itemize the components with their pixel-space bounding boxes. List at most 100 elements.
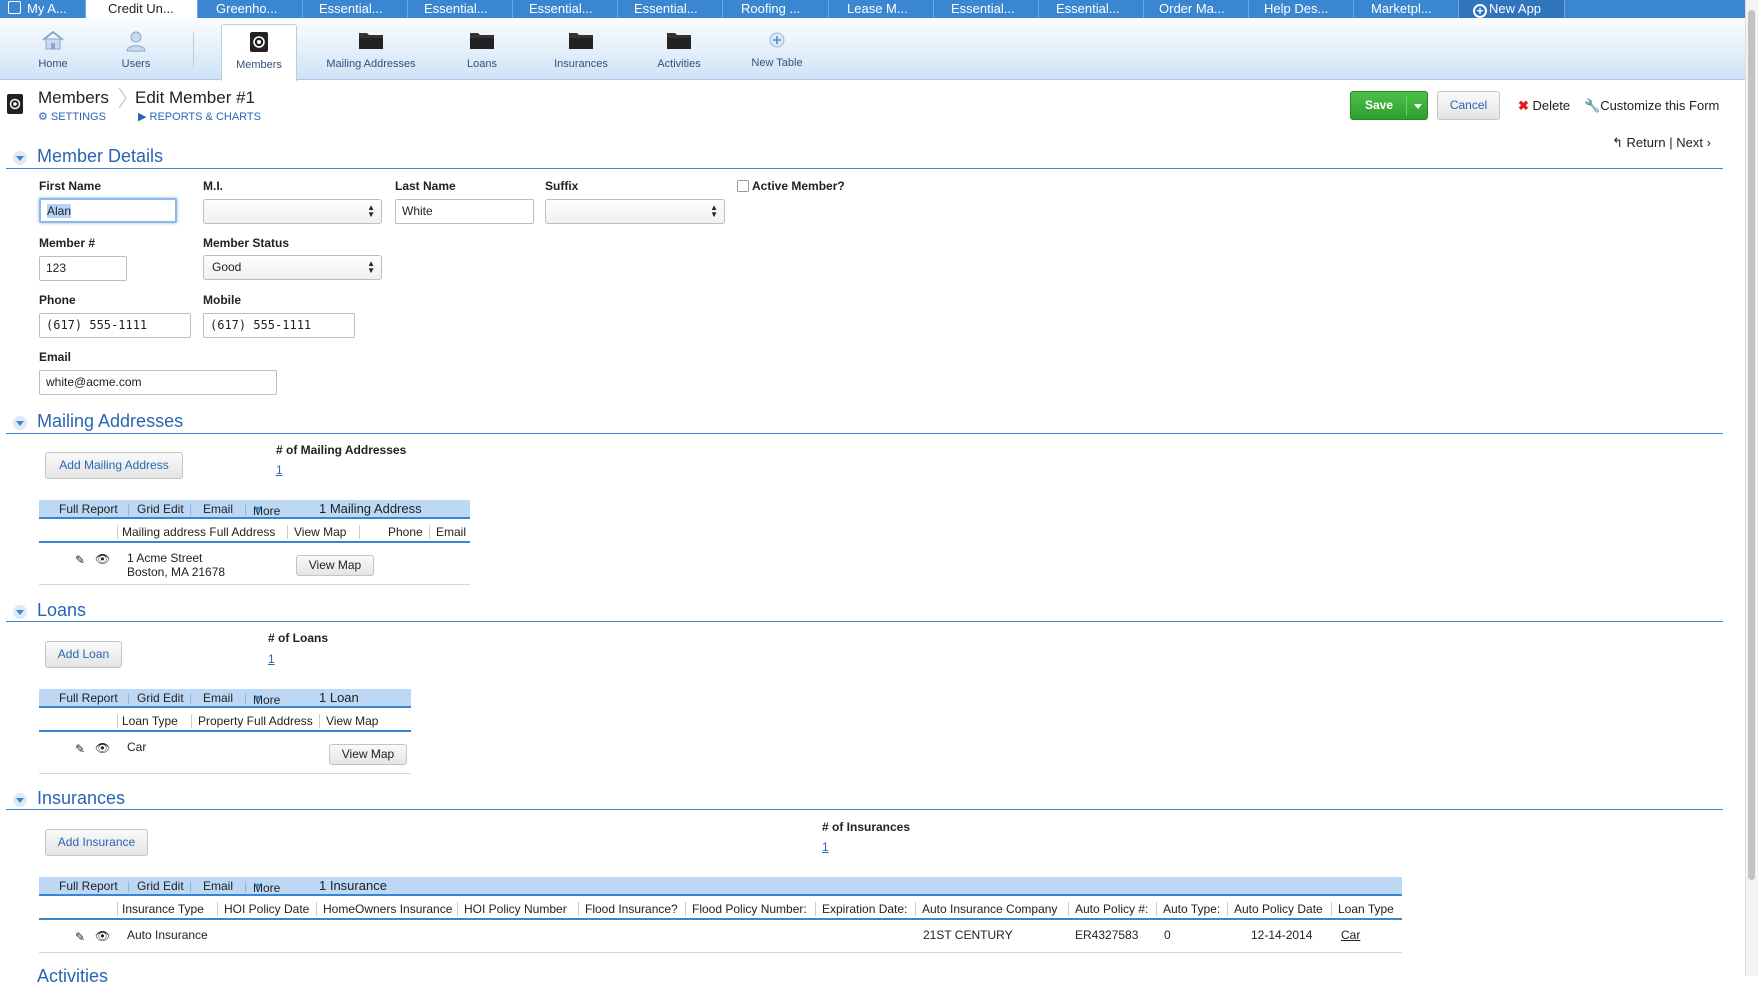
app-tab[interactable]: Essential... [1039, 0, 1144, 18]
app-tab[interactable]: Help Des... [1249, 0, 1354, 18]
suffix-select[interactable]: ▲ ▼ [545, 199, 725, 224]
column-header[interactable]: HomeOwners Insurance [316, 902, 452, 916]
email-link[interactable]: Email [203, 502, 233, 516]
mi-select[interactable]: ▲ ▼ [203, 199, 382, 224]
save-options-dropdown[interactable] [1408, 91, 1428, 120]
settings-link[interactable]: ⚙ SETTINGS [38, 110, 106, 123]
column-header[interactable]: View Map [319, 714, 378, 728]
email-link[interactable]: Email [203, 691, 233, 705]
email-link[interactable]: Email [203, 879, 233, 893]
customize-form-link[interactable]: 🔧Customize this Form [1584, 98, 1719, 114]
grid-edit-link[interactable]: Grid Edit [137, 502, 184, 516]
column-header[interactable]: Mailing address Full Address [117, 525, 275, 539]
column-header[interactable]: Auto Policy Date [1227, 902, 1323, 916]
toolbar-label: Members [236, 59, 282, 71]
column-header[interactable]: Insurance Type [117, 902, 204, 916]
view-eye-icon[interactable]: 👁 [95, 929, 110, 943]
delete-button[interactable]: ✖ Delete [1518, 98, 1570, 114]
column-header[interactable]: Email [429, 525, 466, 539]
mailing-addresses-toggle[interactable] [13, 416, 27, 430]
column-header[interactable]: Auto Insurance Company [915, 902, 1057, 916]
app-tab[interactable]: Essential... [618, 0, 723, 18]
app-tab[interactable]: Lease M... [829, 0, 934, 18]
app-tab[interactable]: My A... [0, 0, 86, 18]
toolbar-new-table[interactable]: New Table [740, 18, 814, 79]
toolbar-users[interactable]: Users [103, 18, 169, 79]
email-field[interactable]: white@acme.com [39, 370, 277, 395]
plus-circle-icon: + [1473, 4, 1487, 18]
insurances-title: Insurances [37, 788, 126, 808]
first-name-field[interactable]: Alan [39, 198, 177, 223]
column-header[interactable]: Phone [359, 525, 423, 539]
column-header[interactable]: Loan Type [117, 714, 178, 728]
app-tab[interactable]: Essential... [408, 0, 513, 18]
edit-pencil-icon[interactable]: ✎ [75, 930, 85, 944]
column-header[interactable]: Property Full Address [191, 714, 313, 728]
loans-count-value[interactable]: 1 [268, 652, 275, 666]
edit-pencil-icon[interactable]: ✎ [75, 742, 85, 756]
column-header[interactable]: View Map [287, 525, 346, 539]
column-header[interactable]: Auto Policy #: [1068, 902, 1148, 916]
reports-charts-link[interactable]: ▶ REPORTS & CHARTS [138, 110, 261, 123]
table-name[interactable]: Members [38, 88, 109, 108]
app-tab-credit-union[interactable]: Credit Un... [86, 0, 198, 18]
column-header[interactable]: HOI Policy Number [457, 902, 567, 916]
toolbar-members[interactable]: Members [221, 24, 297, 81]
app-tab[interactable]: Essential... [513, 0, 618, 18]
view-map-button[interactable]: View Map [329, 744, 407, 765]
app-tab-label: Essential... [1056, 1, 1120, 16]
cancel-button[interactable]: Cancel [1437, 91, 1500, 120]
grid-edit-link[interactable]: Grid Edit [137, 879, 184, 893]
add-mailing-address-button[interactable]: Add Mailing Address [45, 452, 183, 479]
app-tab[interactable]: Order Ma... [1144, 0, 1249, 18]
grid-summary: 1 Insurance [319, 878, 387, 893]
return-link[interactable]: Return [1627, 135, 1666, 150]
last-name-field[interactable]: White [395, 199, 534, 224]
view-eye-icon[interactable]: 👁 [95, 741, 110, 755]
view-eye-icon[interactable]: 👁 [95, 552, 110, 566]
loans-toggle[interactable] [13, 605, 27, 619]
member-details-toggle[interactable] [13, 151, 27, 165]
column-header[interactable]: Flood Policy Number: [685, 902, 807, 916]
app-tab[interactable]: Essential... [934, 0, 1039, 18]
scrollbar-thumb[interactable] [1748, 10, 1755, 880]
member-number-field[interactable]: 123 [39, 256, 127, 281]
next-link[interactable]: Next [1676, 135, 1703, 150]
home-icon [42, 30, 64, 50]
phone-field[interactable]: (617) 555-1111 [39, 313, 191, 338]
insurances-toggle[interactable] [13, 793, 27, 807]
member-number-value: 123 [46, 261, 67, 275]
grid-edit-link[interactable]: Grid Edit [137, 691, 184, 705]
full-report-link[interactable]: Full Report [59, 502, 118, 516]
app-tab[interactable]: Marketpl... [1354, 0, 1459, 18]
app-tab[interactable]: Greenho... [198, 0, 303, 18]
full-report-link[interactable]: Full Report [59, 691, 118, 705]
insurances-count-value[interactable]: 1 [822, 840, 829, 854]
loan-type-link[interactable]: Car [1341, 928, 1360, 942]
full-report-link[interactable]: Full Report [59, 879, 118, 893]
column-header[interactable]: HOI Policy Date [217, 902, 309, 916]
mailing-count-value[interactable]: 1 [276, 463, 283, 477]
column-header[interactable]: Expiration Date: [815, 902, 907, 916]
column-header[interactable]: Loan Type [1331, 902, 1394, 916]
member-status-select[interactable]: Good ▲ ▼ [203, 255, 382, 280]
active-member-checkbox[interactable] [737, 180, 749, 192]
toolbar-activities[interactable]: Activities [643, 18, 715, 79]
app-tab[interactable]: Essential... [303, 0, 408, 18]
new-app-tab[interactable]: + New App [1459, 0, 1565, 18]
column-header[interactable]: Flood Insurance? [578, 902, 678, 916]
folder-icon [569, 33, 593, 49]
auto-type-value: 0 [1164, 928, 1171, 942]
delete-label: Delete [1532, 98, 1571, 113]
mobile-field[interactable]: (617) 555-1111 [203, 313, 355, 338]
app-tab[interactable]: Roofing ... [723, 0, 829, 18]
add-loan-button[interactable]: Add Loan [45, 641, 122, 668]
view-map-button[interactable]: View Map [296, 555, 374, 576]
toolbar-loans[interactable]: Loans [446, 18, 518, 79]
toolbar-home[interactable]: Home [20, 18, 86, 79]
column-header[interactable]: Auto Type: [1156, 902, 1220, 916]
add-insurance-button[interactable]: Add Insurance [45, 829, 148, 856]
toolbar-mailing-addresses[interactable]: Mailing Addresses [319, 18, 423, 79]
edit-pencil-icon[interactable]: ✎ [75, 553, 85, 567]
toolbar-insurances[interactable]: Insurances [541, 18, 621, 79]
